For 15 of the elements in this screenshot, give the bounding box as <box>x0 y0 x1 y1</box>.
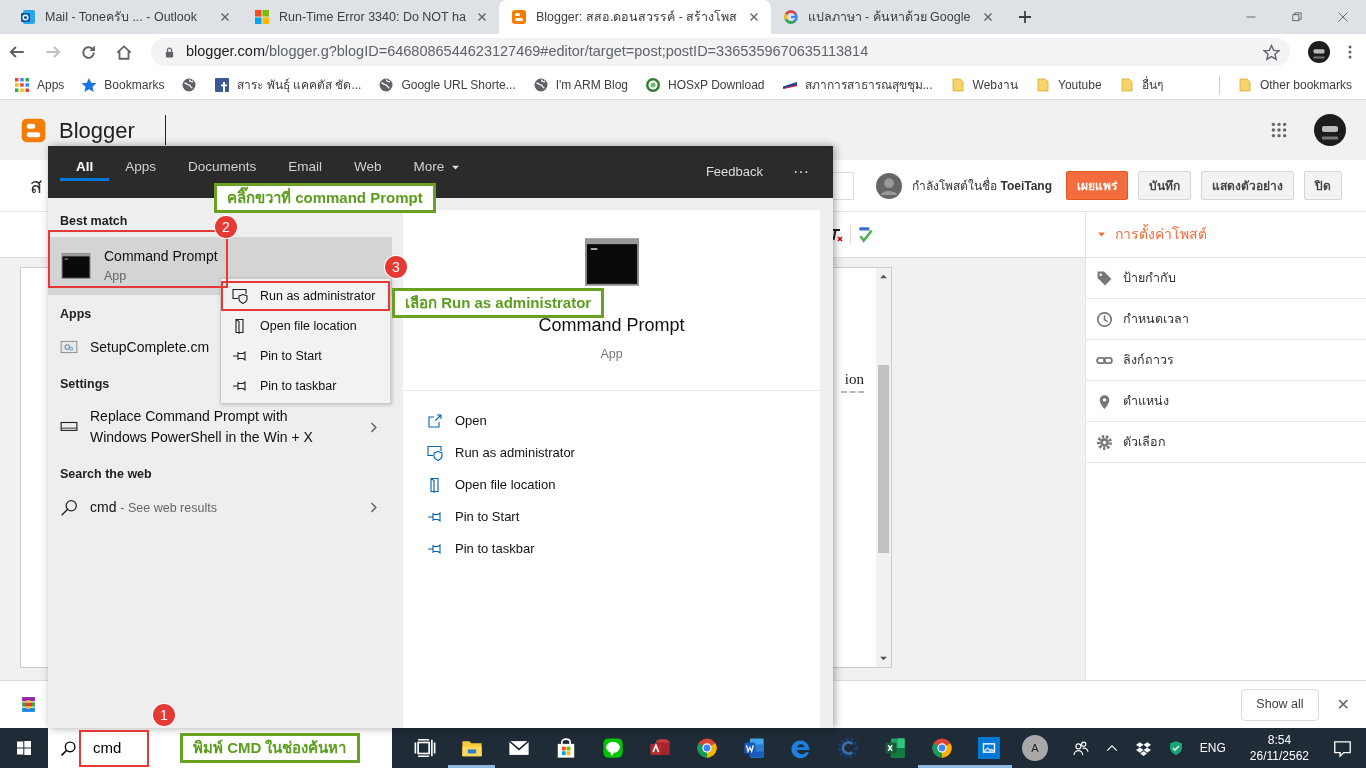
step-marker: 3 <box>385 256 407 278</box>
section-heading: Apps <box>59 305 93 323</box>
callout-label: เลือก Run as administrator <box>392 288 605 318</box>
callout-label: คลิ๊กขวาที่ command Prompt <box>214 183 436 213</box>
callout-label: พิมพ์ CMD ในช่องค้นหา <box>180 733 360 763</box>
section-heading: Search the web <box>59 466 153 484</box>
section-heading: Settings <box>59 375 111 393</box>
editor-text: ion <box>840 368 864 393</box>
step-marker: 2 <box>215 216 237 238</box>
app-type: App <box>600 346 623 363</box>
post-title: ส <box>30 173 42 199</box>
author-text: กำลังโพสต์ในชื่อ ToeiTang <box>912 176 1052 195</box>
brand-name: Blogger <box>59 116 135 145</box>
section-heading: Best match <box>59 213 129 230</box>
step-marker: 1 <box>153 704 175 726</box>
